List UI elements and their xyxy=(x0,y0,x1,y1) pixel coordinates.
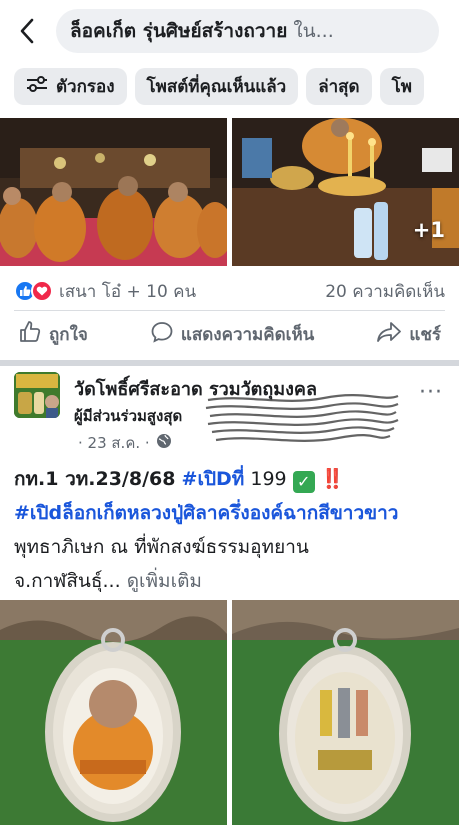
globe-icon xyxy=(156,433,172,453)
chip-seen-posts[interactable]: โพสต์ที่คุณเห็นแล้ว xyxy=(134,68,299,105)
reaction-names: เสนา โอ๋ + 10 คน xyxy=(59,281,197,302)
share-arrow-icon xyxy=(376,320,402,349)
page-avatar[interactable] xyxy=(14,372,60,418)
see-more-link[interactable]: ดูเพิ่มเติม xyxy=(127,570,202,592)
chip-posts-label: โพ xyxy=(391,77,412,97)
post-actions: ถูกใจ แสดงความคิดเห็น แชร์ xyxy=(0,312,459,356)
post-line-3: พุทธาภิเษก ณ ที่พักสงฆ์ธรรมอุทยาน xyxy=(14,536,309,558)
more-options-icon[interactable]: ··· xyxy=(419,380,443,405)
check-mark-icon: ✓ xyxy=(292,471,315,493)
extra-photos-count: +1 xyxy=(412,218,445,242)
chip-seen-posts-label: โพสต์ที่คุณเห็นแล้ว xyxy=(146,77,287,97)
post-separator xyxy=(0,360,459,366)
search-query: ล็อคเก็ต รุ่นศิษย์สร้างถวาย xyxy=(70,20,288,42)
post-code: กท.1 วท.23/8/68 xyxy=(14,468,176,490)
share-label: แชร์ xyxy=(409,324,441,345)
reactions-row: เสนา โอ๋ + 10 คน 20 ความคิดเห็น xyxy=(14,276,445,306)
chip-latest-label: ล่าสุด xyxy=(318,77,360,97)
chip-filter-label: ตัวกรอง xyxy=(56,77,115,97)
love-reaction-icon xyxy=(31,280,53,302)
post-meta: · 23 ส.ค. · xyxy=(78,431,172,455)
chip-posts[interactable]: โพ xyxy=(379,68,424,105)
comment-button[interactable]: แสดงความคิดเห็น xyxy=(150,320,314,349)
like-button[interactable]: ถูกใจ xyxy=(18,320,88,349)
back-arrow-icon[interactable] xyxy=(12,14,42,48)
search-input[interactable]: ล็อคเก็ต รุ่นศิษย์สร้างถวาย ใน... xyxy=(56,9,439,53)
post-photo-locket-front[interactable] xyxy=(0,600,227,825)
share-button[interactable]: แชร์ xyxy=(376,320,441,349)
member-role-badge: ผู้มีส่วนร่วมสูงสุด xyxy=(74,407,183,425)
hashtag-open-number[interactable]: #เปิDที่ xyxy=(182,468,245,490)
post-text: กท.1 วท.23/8/68 #เปิDที่ 199 ✓ ‼️ #เปิdล… xyxy=(14,462,454,598)
post-photo-locket-back[interactable] xyxy=(232,600,459,825)
chip-filter[interactable]: ตัวกรอง xyxy=(14,68,127,105)
filter-sliders-icon xyxy=(26,75,48,98)
post-date[interactable]: · 23 ส.ค. · xyxy=(78,431,150,455)
filter-chip-bar: ตัวกรอง โพสต์ที่คุณเห็นแล้ว ล่าสุด โพ xyxy=(0,62,459,114)
search-header: ล็อคเก็ต รุ่นศิษย์สร้างถวาย ใน... xyxy=(0,0,459,62)
chip-latest[interactable]: ล่าสุด xyxy=(306,68,372,105)
redaction-scribble xyxy=(205,394,399,442)
comment-label: แสดงความคิดเห็น xyxy=(180,324,315,345)
hashtag-locket[interactable]: #เปิdล็อกเก็ตหลวงปู่ศิลาครึ่งองค์ฉากสีขา… xyxy=(14,496,454,530)
search-suffix: ใน... xyxy=(293,20,334,42)
double-exclamation-icon: ‼️ xyxy=(320,468,345,490)
thumbs-up-icon xyxy=(18,320,42,349)
comment-count[interactable]: 20 ความคิดเห็น xyxy=(325,278,445,305)
comment-bubble-icon xyxy=(150,320,174,349)
like-label: ถูกใจ xyxy=(49,324,88,345)
divider xyxy=(14,310,445,311)
post-photo-altar[interactable]: +1 xyxy=(232,118,459,266)
post-line-4: จ.กาฬสินธุ์... xyxy=(14,570,121,592)
reaction-summary[interactable]: เสนา โอ๋ + 10 คน xyxy=(14,278,196,305)
post-photo-ceremony[interactable] xyxy=(0,118,227,266)
post-number: 199 xyxy=(250,468,287,490)
